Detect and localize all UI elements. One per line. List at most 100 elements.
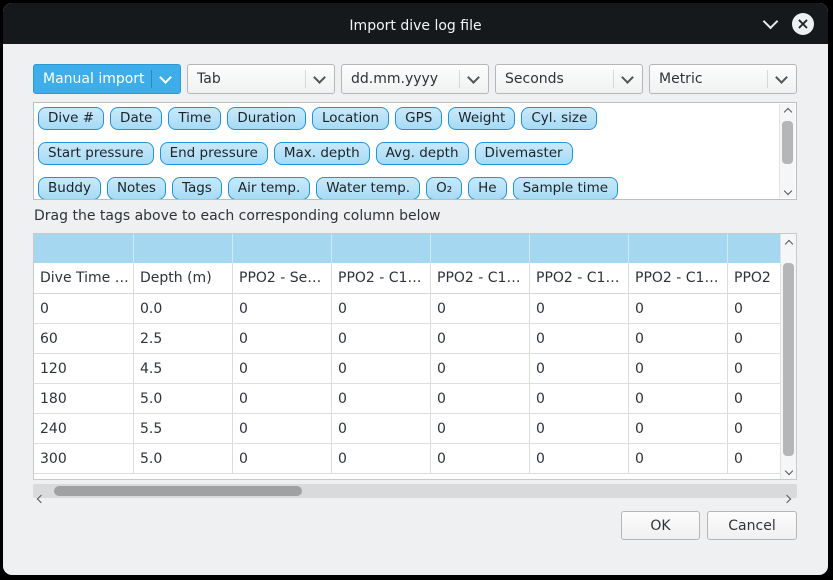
drop-target-cell[interactable] bbox=[332, 234, 431, 263]
chevron-down-icon[interactable] bbox=[765, 12, 776, 31]
drag-tag[interactable]: Air temp. bbox=[228, 177, 310, 199]
table-cell: 0 bbox=[431, 294, 530, 323]
table-cell: 0 bbox=[530, 444, 629, 473]
time-format-combobox[interactable]: Seconds bbox=[495, 64, 643, 94]
scroll-up-icon[interactable] bbox=[780, 109, 795, 115]
scroll-right-icon[interactable] bbox=[784, 487, 790, 506]
drag-tag[interactable]: End pressure bbox=[160, 142, 268, 165]
drag-tag[interactable]: O₂ bbox=[426, 177, 462, 199]
import-type-combobox[interactable]: Manual import bbox=[33, 64, 181, 94]
drag-tag[interactable]: Buddy bbox=[38, 177, 101, 199]
drag-tag[interactable]: Divemaster bbox=[475, 142, 573, 165]
drag-tag[interactable]: Duration bbox=[227, 107, 306, 130]
drag-tag[interactable]: Notes bbox=[107, 177, 166, 199]
table-cell: 0 bbox=[332, 324, 431, 353]
table-cell: 0 bbox=[728, 354, 781, 383]
combobox-value: Metric bbox=[659, 71, 703, 87]
table-cell: 0 bbox=[629, 324, 728, 353]
chevron-down-icon bbox=[314, 73, 325, 82]
combobox-divider bbox=[305, 70, 306, 87]
drag-tag[interactable]: Dive # bbox=[38, 107, 104, 130]
table-cell: 0 bbox=[332, 444, 431, 473]
table-hscrollbar[interactable] bbox=[33, 484, 797, 498]
chevron-down-icon bbox=[468, 73, 479, 82]
combobox-value: Tab bbox=[197, 71, 221, 87]
combobox-value: Seconds bbox=[505, 71, 564, 87]
close-button[interactable]: × bbox=[792, 13, 814, 35]
table-cell: 0 bbox=[233, 324, 332, 353]
cancel-button[interactable]: Cancel bbox=[707, 511, 797, 540]
drop-target-cell[interactable] bbox=[233, 234, 332, 263]
ok-button[interactable]: OK bbox=[621, 511, 700, 540]
chevron-down-icon bbox=[622, 73, 633, 82]
scroll-left-icon[interactable] bbox=[38, 487, 44, 506]
drop-target-cell[interactable] bbox=[629, 234, 728, 263]
drag-tag[interactable]: Avg. depth bbox=[376, 142, 469, 165]
chevron-down-icon bbox=[160, 73, 171, 82]
table-cell: 2.5 bbox=[134, 324, 233, 353]
drop-target-cell[interactable] bbox=[34, 234, 134, 263]
table-cell: 0 bbox=[431, 414, 530, 443]
table-cell: 0 bbox=[530, 384, 629, 413]
table-cell: 0 bbox=[629, 294, 728, 323]
scroll-down-icon[interactable] bbox=[780, 188, 795, 194]
drop-target-cell[interactable] bbox=[431, 234, 530, 263]
table-cell: 180 bbox=[34, 384, 134, 413]
column-header-cell: Dive Time … bbox=[34, 263, 134, 293]
table-row: 300 5.0 0 0 0 0 0 0 bbox=[34, 444, 781, 474]
drag-tag[interactable]: Cyl. size bbox=[521, 107, 597, 130]
tag-scrollbar[interactable] bbox=[779, 104, 795, 198]
drag-tag[interactable]: He bbox=[468, 177, 506, 199]
drag-tag[interactable]: Start pressure bbox=[38, 142, 154, 165]
drag-tag[interactable]: Tags bbox=[172, 177, 222, 199]
drop-target-cell[interactable] bbox=[530, 234, 629, 263]
drag-tag[interactable]: Sample time bbox=[513, 177, 618, 199]
tag-list: Dive # Date Time Duration Location GPS W… bbox=[38, 107, 777, 199]
table-cell: 0 bbox=[431, 354, 530, 383]
drop-target-cell[interactable] bbox=[134, 234, 233, 263]
combobox-divider bbox=[767, 70, 768, 87]
table-cell: 0.0 bbox=[134, 294, 233, 323]
drag-tag[interactable]: Location bbox=[312, 107, 389, 130]
scrollbar-thumb[interactable] bbox=[54, 486, 302, 496]
field-separator-combobox[interactable]: Tab bbox=[187, 64, 335, 94]
drag-tag[interactable]: Water temp. bbox=[316, 177, 420, 199]
table-vscrollbar[interactable] bbox=[780, 234, 796, 479]
drag-tag[interactable]: Date bbox=[110, 107, 162, 130]
import-dialog-window: Import dive log file × Manual import Tab… bbox=[3, 3, 828, 575]
table-cell: 0 bbox=[728, 414, 781, 443]
table-cell: 0 bbox=[332, 384, 431, 413]
combobox-divider bbox=[151, 70, 152, 87]
table-cell: 5.0 bbox=[134, 444, 233, 473]
table-cell: 0 bbox=[332, 294, 431, 323]
date-format-combobox[interactable]: dd.mm.yyyy bbox=[341, 64, 489, 94]
table-cell: 300 bbox=[34, 444, 134, 473]
close-icon: × bbox=[796, 16, 809, 32]
scrollbar-thumb[interactable] bbox=[782, 121, 793, 164]
preview-table: Dive Time … Depth (m) PPO2 - Se… PPO2 - … bbox=[33, 233, 797, 480]
table-row: 180 5.0 0 0 0 0 0 0 bbox=[34, 384, 781, 414]
table-cell: 0 bbox=[431, 444, 530, 473]
table-cell: 0 bbox=[233, 414, 332, 443]
drag-tag[interactable]: Weight bbox=[448, 107, 515, 130]
scroll-up-icon[interactable] bbox=[781, 241, 796, 247]
table-cell: 0 bbox=[629, 444, 728, 473]
column-header-cell: PPO2 - C1… bbox=[629, 263, 728, 293]
units-combobox[interactable]: Metric bbox=[649, 64, 797, 94]
table-cell: 0 bbox=[233, 354, 332, 383]
column-header-cell: PPO2 - C1… bbox=[332, 263, 431, 293]
drag-tag[interactable]: Time bbox=[168, 107, 221, 130]
scrollbar-thumb[interactable] bbox=[783, 263, 794, 456]
drag-tag[interactable]: Max. depth bbox=[274, 142, 370, 165]
table-cell: 0 bbox=[728, 384, 781, 413]
combobox-divider bbox=[613, 70, 614, 87]
drop-target-cell[interactable] bbox=[728, 234, 781, 263]
table-cell: 0 bbox=[34, 294, 134, 323]
scroll-down-icon[interactable] bbox=[781, 468, 796, 474]
drag-tag[interactable]: GPS bbox=[395, 107, 442, 130]
combobox-value: dd.mm.yyyy bbox=[351, 71, 438, 87]
table-cell: 5.0 bbox=[134, 384, 233, 413]
table-cell: 0 bbox=[332, 414, 431, 443]
table-cell: 60 bbox=[34, 324, 134, 353]
table-cell: 0 bbox=[530, 354, 629, 383]
